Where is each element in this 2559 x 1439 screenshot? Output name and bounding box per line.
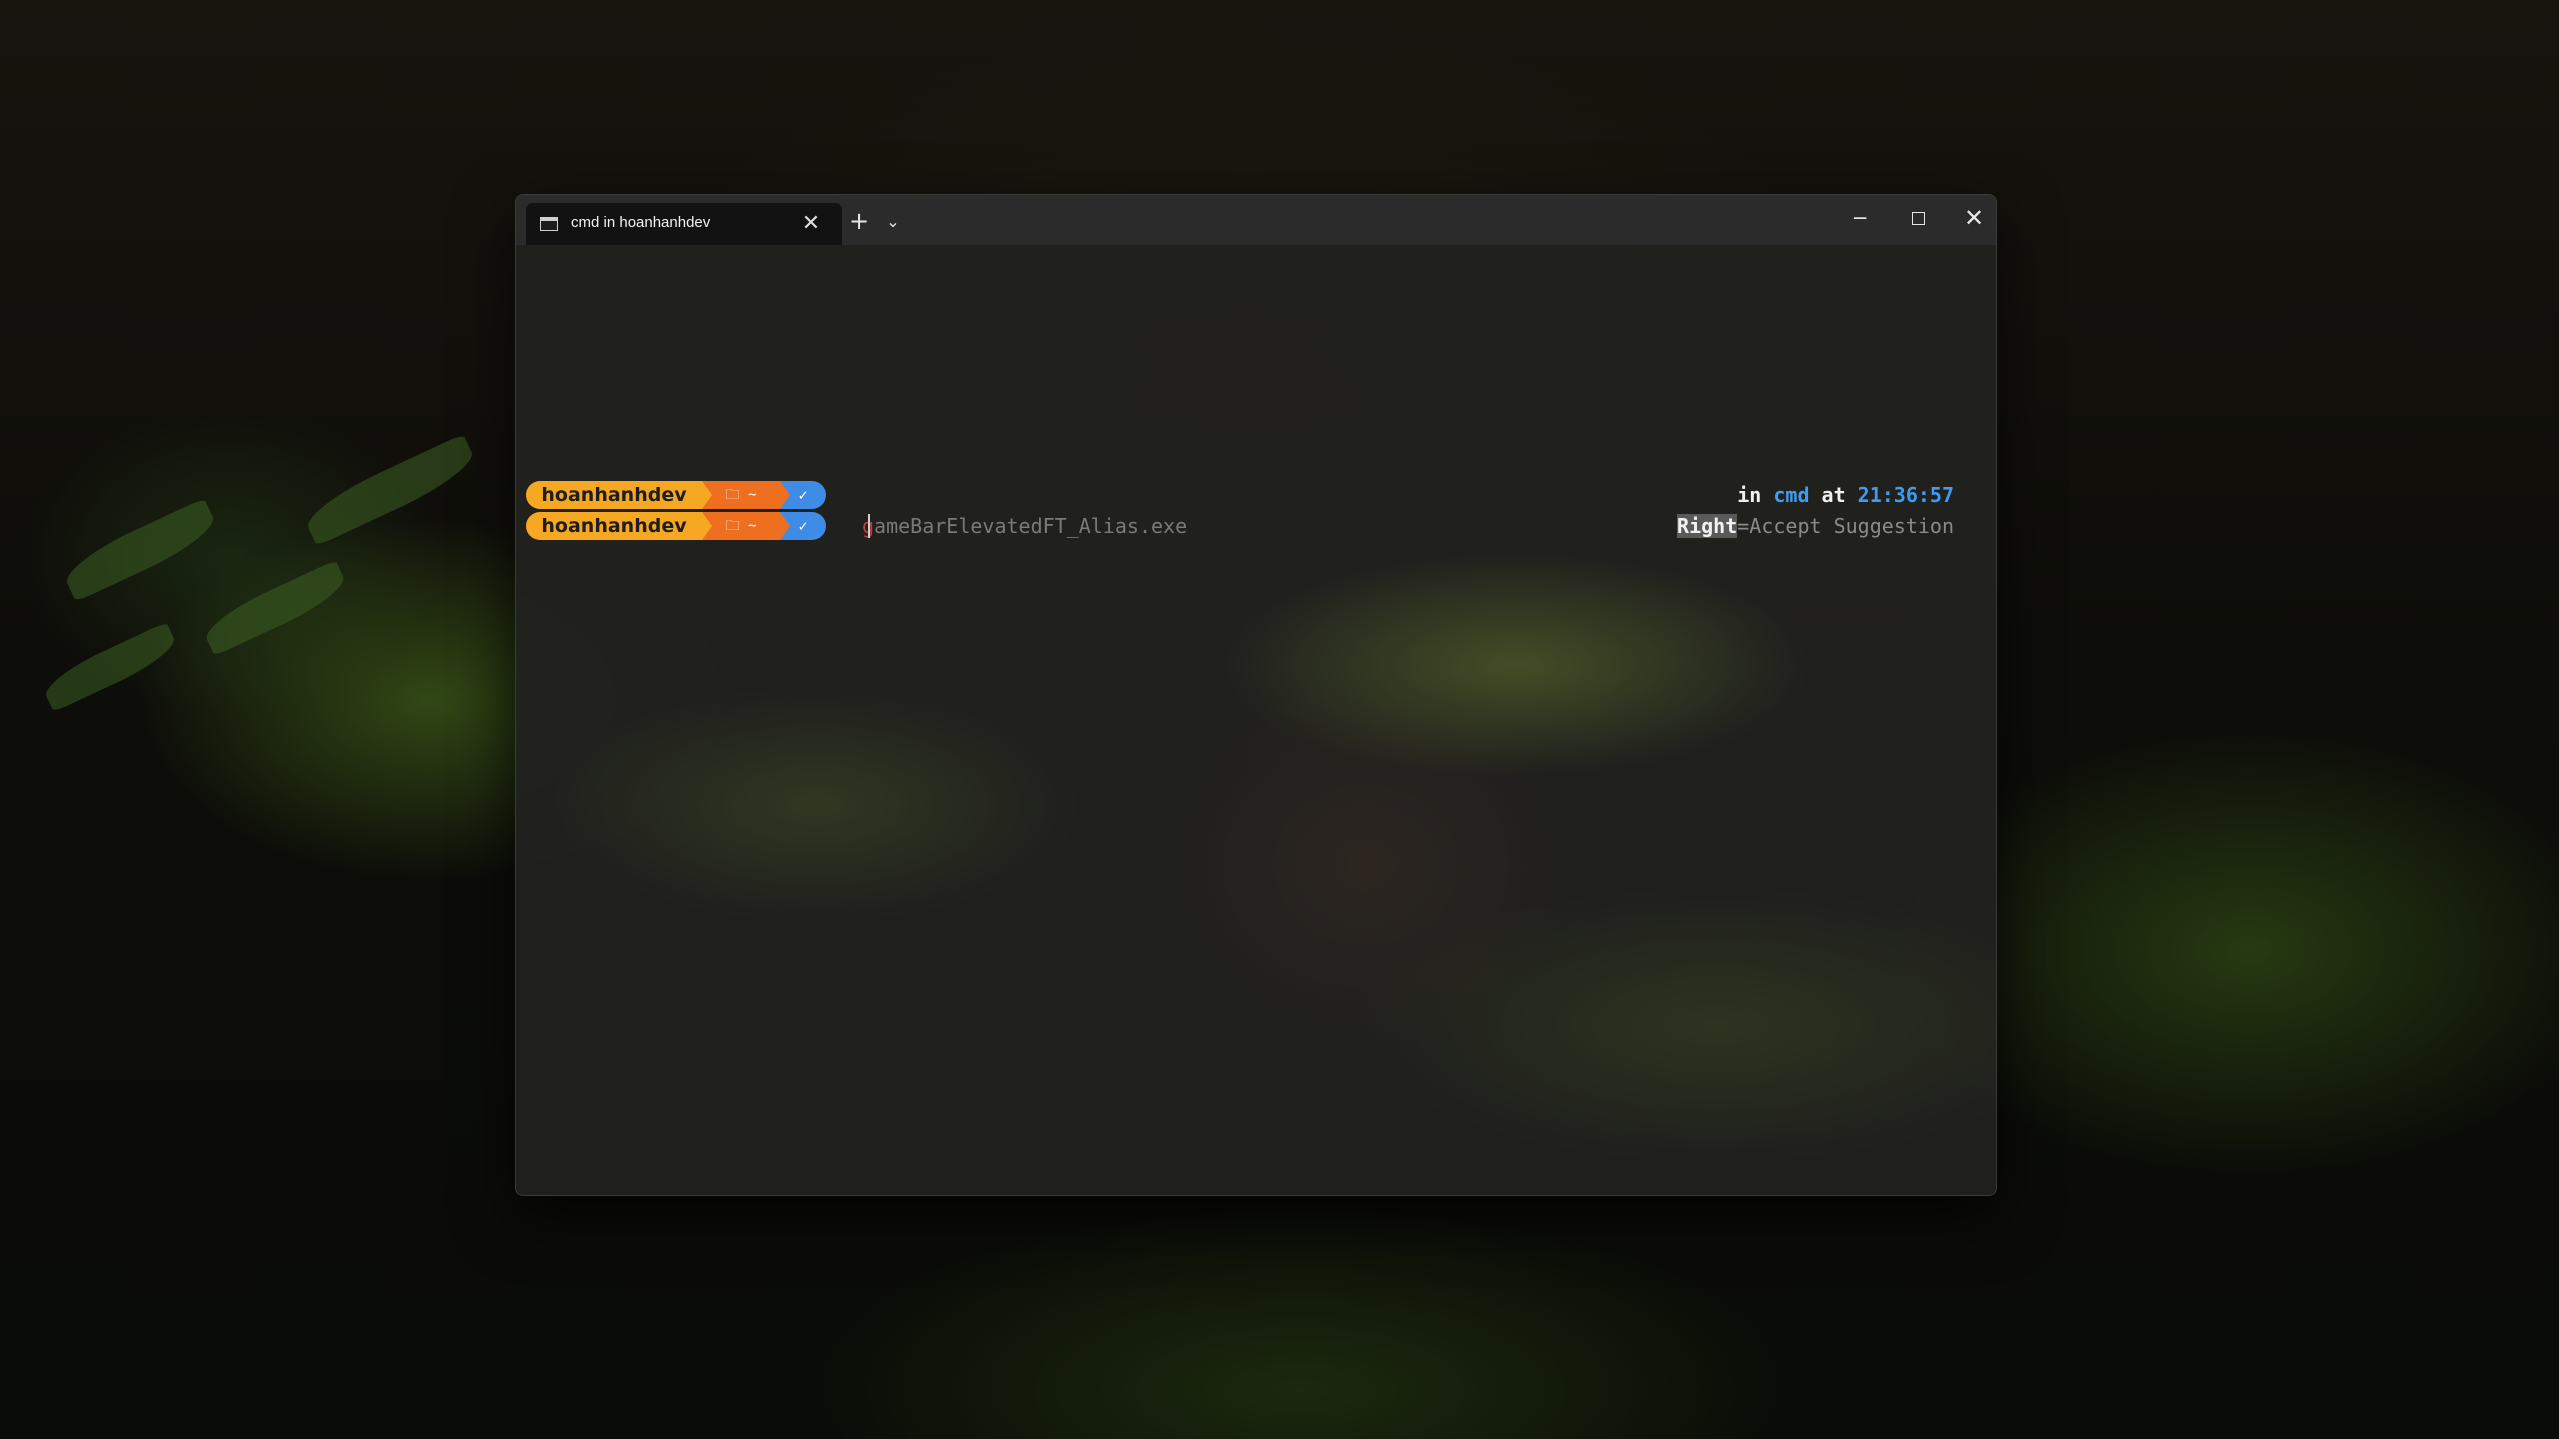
maximize-button[interactable]: [1896, 201, 1940, 235]
tab-cmd[interactable]: cmd in hoanhanhdev ✕: [526, 203, 842, 245]
hint-text: =Accept Suggestion: [1737, 514, 1954, 538]
prompt-user-segment: hoanhanhdev: [526, 481, 702, 509]
close-window-button[interactable]: ✕: [1952, 201, 1996, 235]
tab-title: cmd in hoanhanhdev: [571, 214, 711, 231]
wallpaper-leaf: [59, 498, 221, 602]
minimize-button[interactable]: ─: [1838, 201, 1882, 235]
text-cursor: [868, 514, 870, 538]
wallpaper-leaf: [39, 622, 181, 712]
suggestion-hint: Right=Accept Suggestion: [1677, 512, 1954, 540]
prompt-user-segment: hoanhanhdev: [526, 512, 702, 540]
powerline-separator: [780, 512, 790, 540]
terminal-content[interactable]: hoanhanhdev 🗀 ~ ✓ hoanhanhdev 🗀 ~ ✓ in c…: [516, 245, 1996, 1195]
rprompt-in: in: [1737, 483, 1762, 507]
right-prompt: in cmd at 21:36:57: [1737, 481, 1954, 509]
title-bar[interactable]: cmd in hoanhanhdev ✕ + ⌄ ─ ✕: [516, 195, 1996, 245]
command-input[interactable]: gameBarElevatedFT_Alias.exe: [862, 512, 1187, 540]
powerline-separator: [780, 481, 790, 509]
autosuggestion-text: ameBarElevatedFT_Alias.exe: [874, 514, 1188, 538]
prompt-path-segment: 🗀 ~: [702, 512, 780, 540]
wallpaper-leaf: [299, 433, 481, 547]
powerline-separator: [702, 512, 712, 540]
maximize-icon: [1912, 212, 1925, 225]
chevron-down-icon[interactable]: ⌄: [878, 207, 908, 235]
powerline-separator: [702, 481, 712, 509]
new-tab-button[interactable]: +: [841, 207, 877, 235]
hint-key: Right: [1677, 514, 1738, 538]
prompt-path-segment: 🗀 ~: [702, 481, 780, 509]
rprompt-time: 21:36:57: [1857, 483, 1954, 507]
terminal-icon: [540, 217, 558, 231]
rprompt-at: at: [1821, 483, 1846, 507]
rprompt-shell: cmd: [1773, 483, 1810, 507]
wallpaper-leaf: [199, 559, 351, 657]
terminal-window: cmd in hoanhanhdev ✕ + ⌄ ─ ✕ hoanhanhdev…: [515, 194, 1997, 1196]
close-tab-icon[interactable]: ✕: [798, 210, 824, 236]
